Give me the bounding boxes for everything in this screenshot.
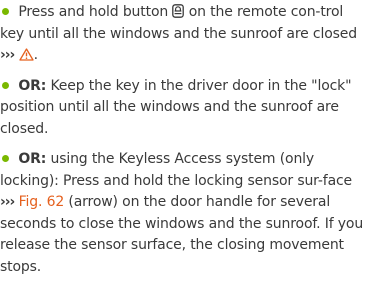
paragraph-1-text-end: . (33, 47, 38, 63)
instruction-paragraph-3: OR: using the Keyless Access system (onl… (0, 149, 370, 278)
instruction-paragraph-1: Press and hold button on the remote con-… (0, 2, 370, 67)
bullet-point-icon (2, 155, 9, 162)
figure-reference-link[interactable]: Fig. 62 (19, 194, 65, 210)
bullet-point-icon (2, 81, 9, 89)
paragraph-1-text-start: Press and hold button (18, 4, 169, 20)
cross-reference-arrows: ››› (0, 47, 15, 63)
or-label: OR: (18, 151, 47, 167)
manual-text-block: Press and hold button on the remote con-… (0, 2, 370, 278)
instruction-paragraph-2: OR: Keep the key in the driver door in t… (0, 76, 370, 141)
paragraph-2-text: Keep the key in the driver door in the "… (0, 77, 352, 137)
lock-button-icon (172, 4, 185, 18)
paragraph-3-text-start: using the Keyless Access system (only lo… (0, 151, 353, 189)
or-label: OR: (18, 77, 47, 94)
warning-triangle-icon[interactable] (18, 48, 34, 61)
cross-reference-arrows: ››› (0, 194, 15, 210)
bullet-point-icon (2, 8, 9, 15)
